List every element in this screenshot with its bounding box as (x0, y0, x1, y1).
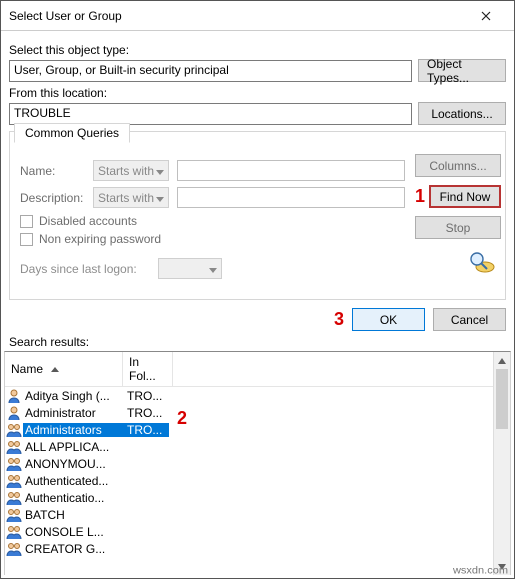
description-label: Description: (20, 191, 85, 205)
find-now-button[interactable]: Find Now (429, 185, 501, 208)
group-icon (5, 473, 23, 489)
content-area: Select this object type: User, Group, or… (1, 31, 514, 302)
cell-name: Administrators (23, 423, 123, 437)
chevron-down-icon (156, 191, 164, 205)
cell-name: ALL APPLICA... (23, 440, 123, 454)
description-input[interactable] (177, 187, 405, 208)
tab-common-queries[interactable]: Common Queries (14, 123, 130, 143)
locations-button[interactable]: Locations... (418, 102, 506, 125)
window-title: Select User or Group (9, 9, 466, 23)
results-list[interactable]: Aditya Singh (...TRO...AdministratorTRO.… (5, 387, 493, 557)
scroll-thumb[interactable] (496, 369, 508, 429)
table-row[interactable]: AdministratorTRO... (5, 404, 493, 421)
cell-name: CONSOLE L... (23, 525, 123, 539)
disabled-accounts-checkbox: Disabled accounts (20, 214, 405, 228)
table-row[interactable]: Authenticatio... (5, 489, 493, 506)
table-row[interactable]: ANONYMOU... (5, 455, 493, 472)
group-icon (5, 524, 23, 540)
cancel-button[interactable]: Cancel (433, 308, 506, 331)
group-icon (5, 456, 23, 472)
common-queries-panel: Common Queries Name: Starts with Descrip… (9, 131, 506, 300)
table-row[interactable]: AdministratorsTRO... (5, 421, 493, 438)
user-icon (5, 388, 23, 404)
location-label: From this location: (9, 86, 506, 100)
dialog-buttons: 3 OK Cancel (1, 302, 514, 335)
group-icon (5, 490, 23, 506)
days-since-logon-combo (158, 258, 222, 279)
cell-name: Aditya Singh (... (23, 389, 123, 403)
table-row[interactable]: CONSOLE L... (5, 523, 493, 540)
cell-name: Authenticatio... (23, 491, 123, 505)
search-find-icon (467, 251, 495, 273)
checkbox-icon (20, 233, 33, 246)
table-row[interactable]: CREATOR G... (5, 540, 493, 557)
close-icon (481, 11, 491, 21)
annotation-2: 2 (177, 408, 187, 429)
scroll-up-icon[interactable] (494, 352, 510, 369)
object-type-field[interactable]: User, Group, or Built-in security princi… (9, 60, 412, 82)
name-mode-text: Starts with (98, 164, 154, 178)
columns-button[interactable]: Columns... (415, 154, 501, 177)
non-expiring-checkbox: Non expiring password (20, 232, 405, 246)
cell-name: ANONYMOU... (23, 457, 123, 471)
description-mode-text: Starts with (98, 191, 154, 205)
chevron-down-icon (209, 262, 217, 276)
dialog-select-user-group: Select User or Group Select this object … (0, 0, 515, 579)
scrollbar[interactable] (493, 352, 510, 575)
column-folder[interactable]: In Fol... (123, 352, 173, 386)
titlebar: Select User or Group (1, 1, 514, 31)
cell-name: CREATOR G... (23, 542, 123, 556)
search-results: Name In Fol... Aditya Singh (...TRO...Ad… (4, 351, 511, 575)
table-row[interactable]: Aditya Singh (...TRO... (5, 387, 493, 404)
cell-folder: TRO... (123, 406, 169, 420)
ok-button[interactable]: OK (352, 308, 425, 331)
non-expiring-label: Non expiring password (39, 232, 161, 246)
group-icon (5, 422, 23, 438)
table-row[interactable]: ALL APPLICA... (5, 438, 493, 455)
group-icon (5, 541, 23, 557)
scroll-track[interactable] (494, 429, 510, 558)
user-icon (5, 405, 23, 421)
chevron-down-icon (156, 164, 164, 178)
disabled-accounts-label: Disabled accounts (39, 214, 137, 228)
close-button[interactable] (466, 2, 506, 30)
name-mode-combo: Starts with (93, 160, 169, 181)
description-mode-combo: Starts with (93, 187, 169, 208)
object-type-label: Select this object type: (9, 43, 506, 57)
cell-name: Authenticated... (23, 474, 123, 488)
cell-folder: TRO... (123, 389, 169, 403)
watermark: wsxdn.com (453, 566, 508, 577)
cell-name: BATCH (23, 508, 123, 522)
stop-button[interactable]: Stop (415, 216, 501, 239)
name-input[interactable] (177, 160, 405, 181)
cell-folder: TRO... (123, 423, 169, 437)
column-name[interactable]: Name (5, 352, 123, 386)
group-icon (5, 507, 23, 523)
checkbox-icon (20, 215, 33, 228)
cell-name: Administrator (23, 406, 123, 420)
table-row[interactable]: BATCH (5, 506, 493, 523)
table-row[interactable]: Authenticated... (5, 472, 493, 489)
annotation-1: 1 (415, 186, 425, 207)
object-types-button[interactable]: Object Types... (418, 59, 506, 82)
days-since-logon-label: Days since last logon: (20, 262, 150, 276)
location-field[interactable]: TROUBLE (9, 103, 412, 125)
results-header: Name In Fol... (5, 352, 493, 387)
annotation-3: 3 (334, 309, 344, 330)
group-icon (5, 439, 23, 455)
search-results-label: Search results: (1, 335, 514, 351)
name-label: Name: (20, 164, 85, 178)
